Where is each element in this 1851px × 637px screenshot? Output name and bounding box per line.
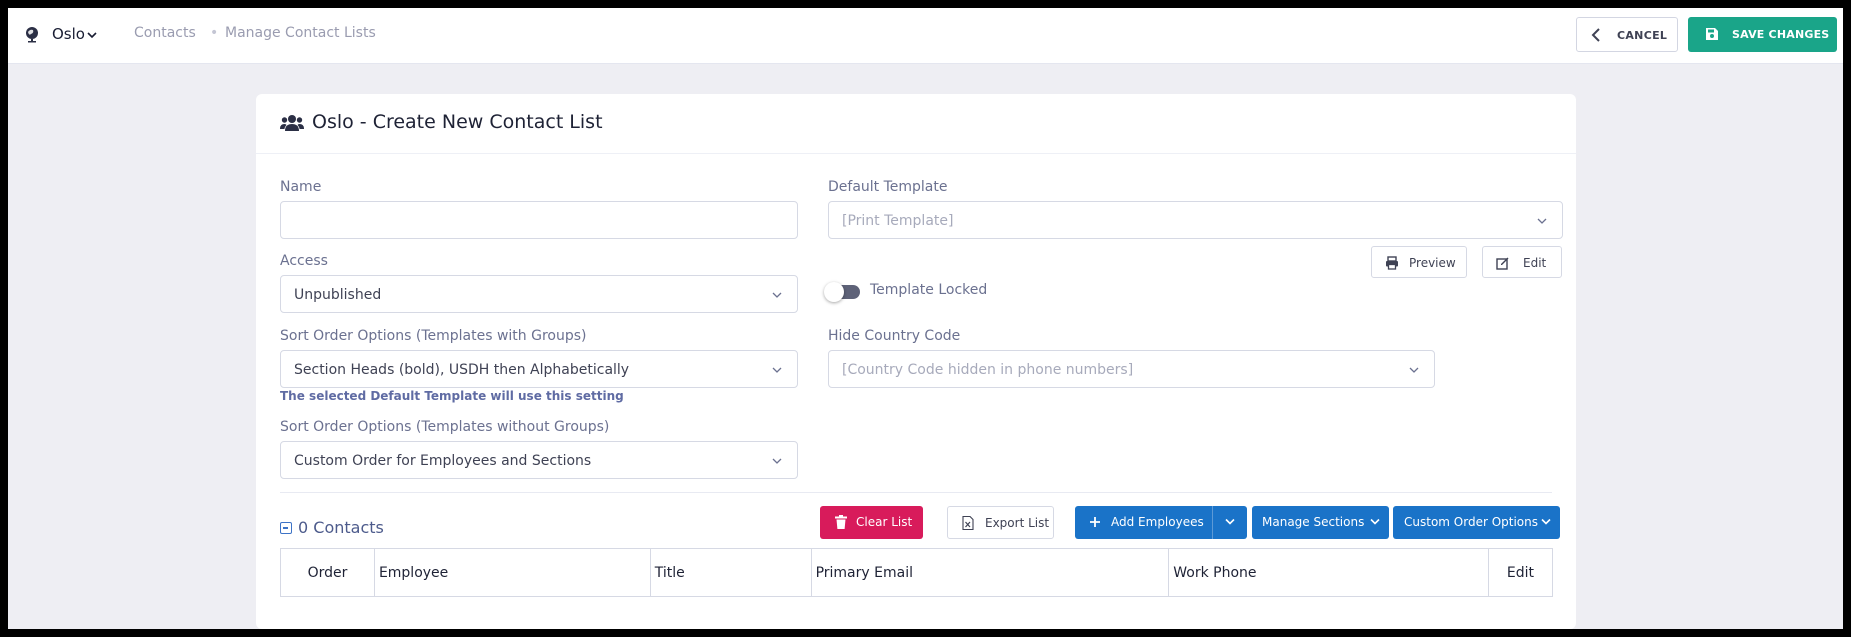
column-primary-email[interactable]: Primary Email [811,548,1170,597]
table-header-row: Order Employee Title Primary Email Work … [280,548,1553,597]
sort-no-groups-select[interactable]: Custom Order for Employees and Sections [280,441,798,479]
default-template-label: Default Template [828,179,948,195]
default-template-placeholder: [Print Template] [842,213,954,229]
name-label: Name [280,179,322,195]
export-list-button[interactable]: Export List [947,506,1054,539]
page-title: Oslo - Create New Contact List [312,111,603,133]
manage-sections-button[interactable]: Manage Sections [1252,506,1389,539]
clear-list-label: Clear List [856,515,913,529]
collapse-icon[interactable] [280,522,292,534]
chevron-down-icon [1537,218,1547,224]
preview-label: Preview [1409,256,1456,270]
toggle-knob [824,282,844,302]
chevron-down-icon [1370,518,1380,525]
column-edit: Edit [1506,564,1535,581]
custom-order-options-button[interactable]: Custom Order Options [1393,506,1560,539]
hide-country-code-select[interactable]: [Country Code hidden in phone numbers] [828,350,1435,388]
breadcrumb-separator: • [210,25,219,41]
chevron-down-icon [1541,518,1551,525]
org-selector[interactable]: Oslo [52,25,85,43]
custom-order-options-label: Custom Order Options [1404,515,1539,529]
clear-list-button[interactable]: Clear List [820,506,923,539]
edit-template-button[interactable]: Edit [1482,246,1562,278]
export-list-label: Export List [985,516,1050,530]
printer-icon [1386,256,1398,270]
default-template-select[interactable]: [Print Template] [828,201,1563,239]
column-employee[interactable]: Employee [374,548,651,597]
add-employees-button[interactable]: Add Employees [1075,506,1247,539]
top-bar: Oslo Contacts • Manage Contact Lists CAN… [8,8,1843,64]
breadcrumb-manage-lists[interactable]: Manage Contact Lists [225,25,376,41]
name-input[interactable] [280,201,798,239]
chevron-down-icon [772,458,782,464]
contacts-count: 0 Contacts [298,518,384,537]
trash-icon [835,515,847,529]
access-value: Unpublished [294,287,382,303]
column-work-phone[interactable]: Work Phone [1168,548,1489,597]
template-locked-toggle[interactable] [824,282,860,302]
sort-no-groups-value: Custom Order for Employees and Sections [294,453,592,469]
edit-label: Edit [1523,256,1547,270]
users-icon [280,115,304,131]
app-frame: Oslo Contacts • Manage Contact Lists CAN… [8,8,1843,629]
contact-list-card: Oslo - Create New Contact List Name Defa… [256,94,1576,629]
breadcrumb-contacts[interactable]: Contacts [134,25,196,41]
column-order[interactable]: Order [280,548,375,597]
sort-groups-value: Section Heads (bold), USDH then Alphabet… [294,362,630,378]
chevron-down-icon[interactable] [1225,518,1235,526]
access-select[interactable]: Unpublished [280,275,798,313]
column-title[interactable]: Title [650,548,812,597]
manage-sections-label: Manage Sections [1262,515,1365,529]
chevron-down-icon [1409,367,1419,373]
access-label: Access [280,253,328,269]
split-separator [1212,506,1213,539]
globe-pin-icon[interactable] [24,25,42,43]
sort-groups-hint: The selected Default Template will use t… [280,389,624,403]
sort-groups-label: Sort Order Options (Templates with Group… [280,328,587,344]
section-divider [280,492,1552,493]
preview-button[interactable]: Preview [1371,246,1467,278]
add-employees-label: Add Employees [1111,515,1204,529]
chevron-down-icon [772,292,782,298]
floppy-disk-icon [1706,28,1718,40]
edit-icon [1496,257,1509,270]
plus-icon [1090,517,1100,527]
hide-country-code-placeholder: [Country Code hidden in phone numbers] [842,362,1134,378]
save-changes-label: SAVE CHANGES [1732,28,1830,41]
sort-groups-select[interactable]: Section Heads (bold), USDH then Alphabet… [280,350,798,388]
card-header: Oslo - Create New Contact List [256,94,1576,154]
chevron-down-icon [772,367,782,373]
cancel-button[interactable]: CANCEL [1576,17,1678,52]
chevron-left-icon [1591,28,1600,42]
contacts-table: Order Employee Title Primary Email Work … [280,548,1553,597]
template-locked-label: Template Locked [870,282,988,298]
excel-file-icon [962,516,974,530]
cancel-label: CANCEL [1617,29,1668,42]
sort-no-groups-label: Sort Order Options (Templates without Gr… [280,419,610,435]
hide-country-code-label: Hide Country Code [828,328,961,344]
chevron-down-icon[interactable] [87,30,97,40]
save-changes-button[interactable]: SAVE CHANGES [1688,17,1837,52]
